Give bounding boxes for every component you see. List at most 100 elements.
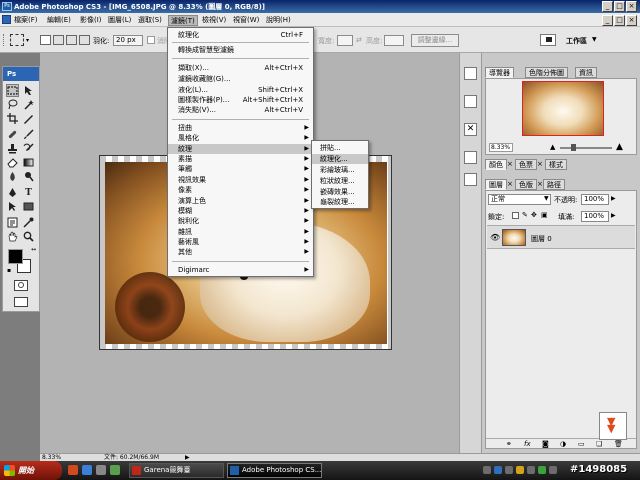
texture-stained-glass[interactable]: 彩繪玻璃... xyxy=(312,165,368,175)
close-button[interactable]: × xyxy=(626,1,637,12)
filter-liquify[interactable]: 液化(L)... Shift+Ctrl+X xyxy=(168,85,313,95)
taskbar-garena[interactable]: Garena競舞臺 xyxy=(129,463,224,478)
hand-tool-icon[interactable] xyxy=(6,230,19,243)
filter-video[interactable]: 視訊效果 ▶ xyxy=(168,175,313,185)
filter-noise[interactable]: 雜訊 ▶ xyxy=(168,227,313,237)
antialias-checkbox[interactable] xyxy=(147,36,155,44)
intersect-selection-icon[interactable] xyxy=(79,35,90,45)
filter-vanishing-point[interactable]: 消失點(V)... Alt+Ctrl+V xyxy=(168,105,313,115)
status-arrow-icon[interactable]: ▶ xyxy=(185,454,190,461)
new-selection-icon[interactable] xyxy=(40,35,51,45)
width-input[interactable] xyxy=(337,35,353,46)
filter-stylize[interactable]: 風格化 ▶ xyxy=(168,133,313,143)
filter-gallery[interactable]: 濾鏡收藏館(G)... xyxy=(168,74,313,84)
type-tool-icon[interactable]: T xyxy=(22,186,35,199)
doc-restore-button[interactable]: □ xyxy=(614,15,625,26)
doc-minimize-button[interactable]: _ xyxy=(602,15,613,26)
tray-icon[interactable] xyxy=(483,466,491,474)
menu-help[interactable]: 說明(H) xyxy=(264,15,293,26)
texture-grain[interactable]: 粒狀紋理... xyxy=(312,176,368,186)
filter-extract[interactable]: 擷取(X)... Alt+Ctrl+X xyxy=(168,63,313,73)
blend-mode-select[interactable]: 正常 xyxy=(488,194,551,205)
swap-icon[interactable]: ⇄ xyxy=(356,36,362,44)
new-layer-icon[interactable]: ❏ xyxy=(596,440,602,448)
blur-tool-icon[interactable] xyxy=(6,170,19,183)
tray-icon[interactable] xyxy=(549,466,557,474)
maximize-button[interactable]: □ xyxy=(614,1,625,12)
taskbar-photoshop[interactable]: Adobe Photoshop CS... xyxy=(227,463,322,478)
feather-input[interactable]: 20 px xyxy=(113,35,143,46)
tray-icon[interactable] xyxy=(538,466,546,474)
fill-arrow-icon[interactable]: ▶ xyxy=(611,212,616,219)
marquee-tool-icon[interactable] xyxy=(10,34,24,46)
close-icon[interactable]: × xyxy=(507,160,513,168)
slice-tool-icon[interactable] xyxy=(22,112,35,125)
folder-icon[interactable]: ▭ xyxy=(578,440,585,448)
tab-histogram[interactable]: 色階分佈圖 xyxy=(525,67,568,78)
close-icon[interactable]: × xyxy=(507,180,513,188)
swap-colors-icon[interactable]: ↔ xyxy=(31,246,36,253)
gradient-tool-icon[interactable] xyxy=(22,156,35,169)
filter-other[interactable]: 其他 ▶ xyxy=(168,247,313,257)
eye-icon[interactable]: 👁 xyxy=(490,233,500,242)
tray-icon[interactable] xyxy=(505,466,513,474)
filter-brush-strokes[interactable]: 筆觸 ▶ xyxy=(168,164,313,174)
healing-brush-tool-icon[interactable] xyxy=(6,128,19,141)
crop-tool-icon[interactable] xyxy=(6,112,19,125)
tab-swatches[interactable]: 色票 xyxy=(515,159,537,170)
default-colors-icon[interactable]: ▪ xyxy=(7,267,11,274)
menu-window[interactable]: 視窗(W) xyxy=(231,15,261,26)
menu-layer[interactable]: 圖層(L) xyxy=(106,15,133,26)
fx-icon[interactable]: fx xyxy=(524,440,531,448)
dodge-tool-icon[interactable] xyxy=(22,170,35,183)
chevron-down-icon[interactable]: ▼ xyxy=(544,195,549,202)
texture-patchwork[interactable]: 拼貼... xyxy=(312,143,368,153)
zoom-in-icon[interactable]: ▲ xyxy=(616,142,623,152)
height-input[interactable] xyxy=(384,35,404,46)
menu-select[interactable]: 選取(S) xyxy=(136,15,164,26)
quicklaunch-desktop-icon[interactable] xyxy=(96,465,106,475)
notes-tool-icon[interactable] xyxy=(6,216,19,229)
texture-mosaic-tiles[interactable]: 嵌磚效果... xyxy=(312,187,368,197)
opacity-input[interactable]: 100% xyxy=(581,194,609,205)
layer-row[interactable]: 👁 圖層 0 xyxy=(487,225,635,249)
filter-pixelate[interactable]: 像素 ▶ xyxy=(168,185,313,195)
start-button[interactable]: 開始 xyxy=(0,461,62,480)
tray-icon[interactable] xyxy=(516,466,524,474)
tray-icon[interactable] xyxy=(494,466,502,474)
workspace-arrow-icon[interactable]: ▼ xyxy=(592,36,597,43)
menu-view[interactable]: 檢視(V) xyxy=(200,15,228,26)
clone-stamp-tool-icon[interactable] xyxy=(6,142,19,155)
history-brush-tool-icon[interactable] xyxy=(22,142,35,155)
filter-sharpen[interactable]: 銳利化 ▶ xyxy=(168,216,313,226)
pen-tool-icon[interactable] xyxy=(6,186,19,199)
tab-layers[interactable]: 圖層 xyxy=(485,179,507,190)
path-selection-tool-icon[interactable] xyxy=(6,200,19,213)
adjustment-icon[interactable]: ◑ xyxy=(560,440,566,448)
lock-transparency-icon[interactable] xyxy=(512,212,519,219)
eraser-tool-icon[interactable] xyxy=(6,156,19,169)
navigator-zoom-input[interactable]: 8.33% xyxy=(489,143,513,152)
navigator-thumbnail[interactable] xyxy=(522,81,604,136)
layer-name[interactable]: 圖層 0 xyxy=(531,234,552,244)
fill-input[interactable]: 100% xyxy=(581,211,609,222)
close-icon[interactable]: × xyxy=(537,160,543,168)
brush-tool-icon[interactable] xyxy=(22,128,35,141)
zoom-tool-icon[interactable] xyxy=(22,230,35,243)
quicklaunch-ie-icon[interactable] xyxy=(82,465,92,475)
tray-icon[interactable] xyxy=(527,466,535,474)
filter-pattern-maker[interactable]: 圖樣製作器(P)... Alt+Shift+Ctrl+X xyxy=(168,95,313,105)
tools-panel-icon[interactable]: ✕ xyxy=(464,123,477,136)
tool-preset-arrow-icon[interactable]: ▾ xyxy=(26,37,29,44)
ps-menu-icon[interactable] xyxy=(2,15,11,24)
filter-texture[interactable]: 紋理 ▶ xyxy=(168,144,313,154)
filter-artistic[interactable]: 藝術風 ▶ xyxy=(168,237,313,247)
actions-panel-icon[interactable] xyxy=(464,95,477,108)
eyedropper-tool-icon[interactable] xyxy=(22,216,35,229)
lock-all-icon[interactable]: ▣ xyxy=(541,211,548,219)
rectangle-tool-icon[interactable] xyxy=(22,200,35,213)
brushes-panel-icon[interactable] xyxy=(464,151,477,164)
menu-image[interactable]: 影像(I) xyxy=(78,15,104,26)
magic-wand-tool-icon[interactable] xyxy=(22,98,35,111)
link-icon[interactable]: ⚭ xyxy=(506,440,512,448)
